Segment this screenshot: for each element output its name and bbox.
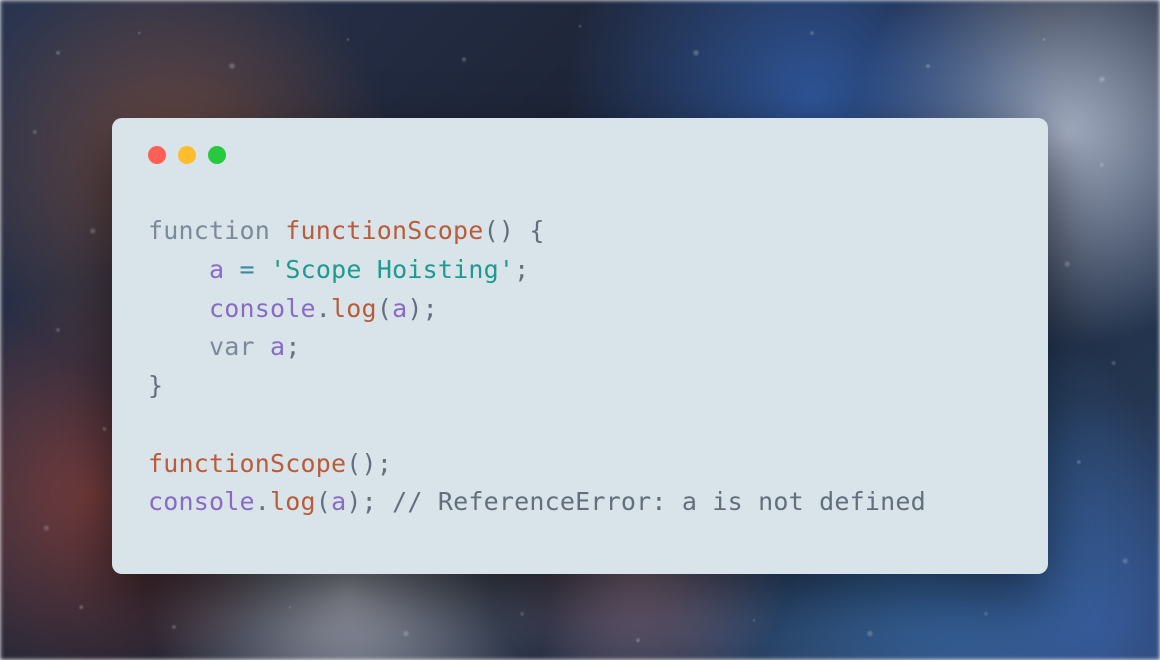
minimize-icon[interactable] bbox=[178, 146, 196, 164]
space bbox=[514, 216, 529, 245]
code-block: function functionScope() { a = 'Scope Ho… bbox=[148, 212, 1012, 522]
function-call: functionScope bbox=[148, 449, 346, 478]
space bbox=[255, 255, 270, 284]
indent bbox=[148, 255, 209, 284]
space bbox=[377, 487, 392, 516]
semicolon: ; bbox=[362, 487, 377, 516]
method-log: log bbox=[270, 487, 316, 516]
semicolon: ; bbox=[285, 332, 300, 361]
paren-close: ) bbox=[346, 487, 361, 516]
paren-open: ( bbox=[377, 294, 392, 323]
method-log: log bbox=[331, 294, 377, 323]
variable-a: a bbox=[209, 255, 224, 284]
semicolon: ; bbox=[514, 255, 529, 284]
variable-a: a bbox=[270, 332, 285, 361]
indent bbox=[148, 332, 209, 361]
argument-a: a bbox=[392, 294, 407, 323]
keyword-var: var bbox=[209, 332, 255, 361]
dot: . bbox=[255, 487, 270, 516]
object-console: console bbox=[148, 487, 255, 516]
brace-close: } bbox=[148, 371, 163, 400]
traffic-lights bbox=[148, 146, 1012, 164]
comment: // ReferenceError: a is not defined bbox=[392, 487, 926, 516]
brace-open: { bbox=[529, 216, 544, 245]
dot: . bbox=[316, 294, 331, 323]
code-window: function functionScope() { a = 'Scope Ho… bbox=[112, 118, 1048, 574]
close-icon[interactable] bbox=[148, 146, 166, 164]
string-literal: 'Scope Hoisting' bbox=[270, 255, 514, 284]
space bbox=[255, 332, 270, 361]
paren-open: ( bbox=[484, 216, 499, 245]
paren-open: ( bbox=[346, 449, 361, 478]
indent bbox=[148, 294, 209, 323]
function-name: functionScope bbox=[285, 216, 483, 245]
argument-a: a bbox=[331, 487, 346, 516]
paren-open: ( bbox=[316, 487, 331, 516]
paren-close: ) bbox=[407, 294, 422, 323]
semicolon: ; bbox=[377, 449, 392, 478]
space bbox=[270, 216, 285, 245]
object-console: console bbox=[209, 294, 316, 323]
keyword-function: function bbox=[148, 216, 270, 245]
space bbox=[224, 255, 239, 284]
paren-close: ) bbox=[362, 449, 377, 478]
operator-equals: = bbox=[240, 255, 255, 284]
semicolon: ; bbox=[423, 294, 438, 323]
paren-close: ) bbox=[499, 216, 514, 245]
maximize-icon[interactable] bbox=[208, 146, 226, 164]
